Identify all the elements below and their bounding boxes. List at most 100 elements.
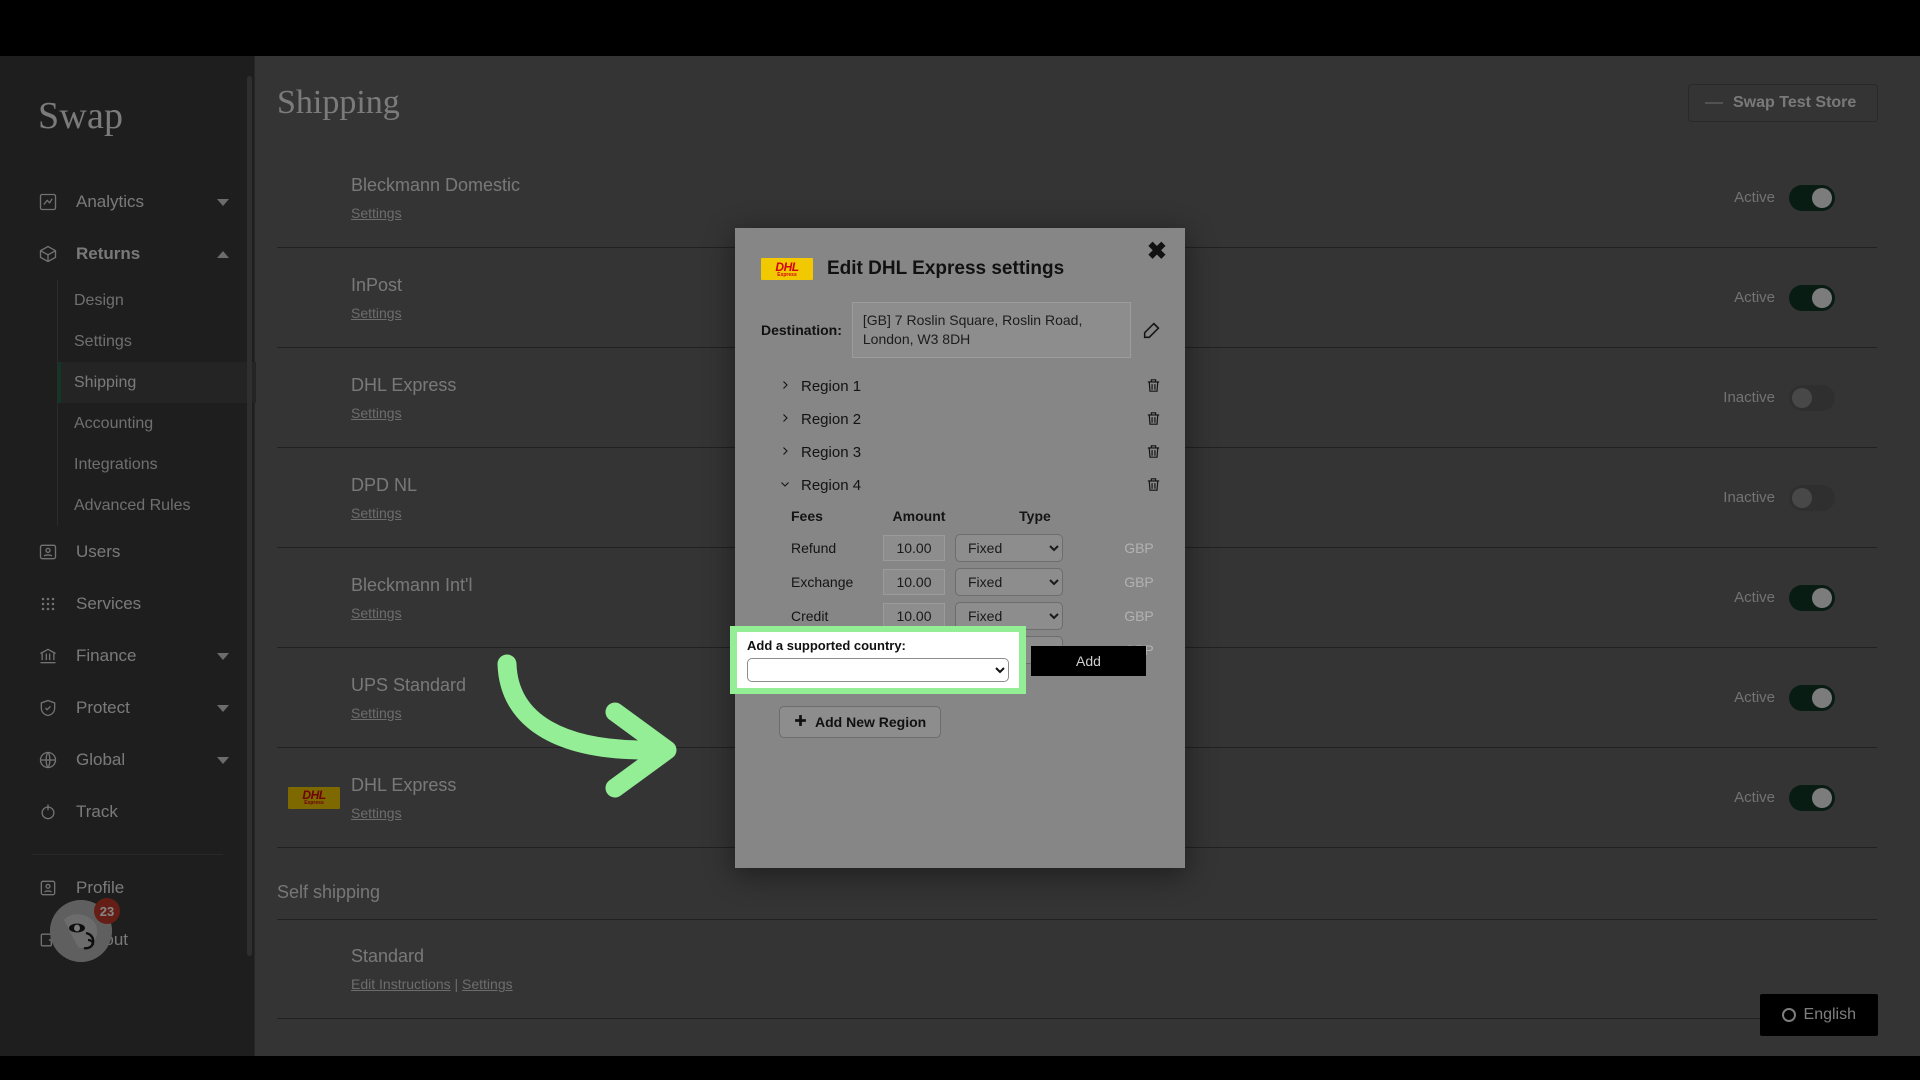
carrier-toggle[interactable] bbox=[1789, 784, 1835, 811]
status-badge: Active bbox=[1734, 189, 1775, 206]
carrier-toggle[interactable] bbox=[1789, 584, 1835, 611]
carrier-toggle[interactable] bbox=[1789, 384, 1835, 411]
sidebar-item-analytics[interactable]: Analytics bbox=[0, 176, 255, 228]
add-country-label: Add a supported country: bbox=[747, 638, 906, 653]
language-selector[interactable]: English bbox=[1759, 994, 1878, 1036]
sidebar-bottom: Profile Logout bbox=[0, 862, 255, 966]
region-row[interactable]: Region 4 bbox=[735, 469, 1185, 502]
sidebar-item-settings[interactable]: Settings bbox=[58, 321, 256, 362]
sidebar-item-profile[interactable]: Profile bbox=[0, 862, 255, 914]
trash-icon[interactable] bbox=[1145, 377, 1163, 395]
self-shipping-settings-link[interactable]: Settings bbox=[462, 976, 513, 992]
chevron-right-icon bbox=[779, 411, 793, 428]
fee-type-select[interactable]: Fixed bbox=[955, 533, 1063, 562]
fee-row-label: Refund bbox=[791, 539, 837, 556]
add-country-button[interactable]: Add bbox=[1031, 646, 1146, 676]
carrier-toggle[interactable] bbox=[1789, 284, 1835, 311]
returns-subnav: Design Settings Shipping Accounting Inte… bbox=[57, 280, 256, 526]
destination-value[interactable]: [GB] 7 Roslin Square, Roslin Road, Londo… bbox=[851, 302, 1131, 358]
fee-type-select[interactable]: Fixed bbox=[955, 567, 1063, 596]
sidebar-item-advanced-rules[interactable]: Advanced Rules bbox=[58, 485, 256, 526]
region-row[interactable]: Region 3 bbox=[735, 436, 1185, 469]
fee-currency: GBP bbox=[1124, 607, 1154, 624]
sidebar-item-label: Finance bbox=[76, 646, 137, 665]
carrier-body: Bleckmann Domestic Settings bbox=[351, 175, 1734, 221]
region-name: Region 3 bbox=[801, 443, 862, 461]
region-row[interactable]: Region 1 bbox=[735, 370, 1185, 403]
region-row[interactable]: Region 2 bbox=[735, 403, 1185, 436]
edit-instructions-link[interactable]: Edit Instructions bbox=[351, 976, 451, 992]
trash-icon[interactable] bbox=[1145, 410, 1163, 428]
carrier-settings-link[interactable]: Settings bbox=[351, 405, 402, 421]
track-icon bbox=[38, 802, 64, 822]
carrier-toggle[interactable] bbox=[1789, 684, 1835, 711]
modal-title: Edit DHL Express settings bbox=[827, 258, 1065, 279]
status-badge: Inactive bbox=[1723, 389, 1775, 406]
fee-amount-input[interactable] bbox=[883, 534, 945, 561]
trash-icon[interactable] bbox=[1145, 476, 1163, 494]
dhl-express-logo-icon: DHL Express bbox=[761, 258, 813, 280]
sidebar-item-design[interactable]: Design bbox=[58, 280, 256, 321]
dhl-express-logo-icon: DHL Express bbox=[288, 786, 340, 809]
sidebar-item-global[interactable]: Global bbox=[0, 734, 255, 786]
close-icon[interactable]: ✖ bbox=[1147, 240, 1167, 264]
sidebar-item-finance[interactable]: Finance bbox=[0, 630, 255, 682]
add-country-select[interactable] bbox=[747, 658, 1009, 682]
store-selector[interactable]: Swap Test Store bbox=[1688, 84, 1878, 122]
circle-icon bbox=[1781, 1008, 1796, 1022]
destination-row: Destination: [GB] 7 Roslin Square, Rosli… bbox=[735, 280, 1185, 358]
page-title: Shipping bbox=[277, 84, 400, 121]
destination-label: Destination: bbox=[761, 321, 842, 338]
carrier-settings-link[interactable]: Settings bbox=[351, 505, 402, 521]
carrier-toggle[interactable] bbox=[1789, 184, 1835, 211]
brand-logo[interactable]: Swap bbox=[38, 94, 123, 138]
plus-icon bbox=[794, 714, 807, 730]
status-badge: Inactive bbox=[1723, 489, 1775, 506]
region-name: Region 4 bbox=[801, 476, 862, 494]
subnav-label: Integrations bbox=[74, 455, 158, 473]
fee-amount-input[interactable] bbox=[883, 602, 945, 629]
sidebar-item-accounting[interactable]: Accounting bbox=[58, 403, 256, 444]
add-new-region-button[interactable]: Add New Region bbox=[779, 706, 942, 738]
sidebar-item-returns[interactable]: Returns bbox=[0, 228, 255, 280]
sidebar-item-label: Global bbox=[76, 750, 126, 769]
dhl-logo-main: DHL bbox=[775, 259, 799, 274]
sidebar-item-track[interactable]: Track bbox=[0, 786, 255, 838]
carrier-state: Inactive bbox=[1723, 384, 1877, 411]
sidebar-item-services[interactable]: Services bbox=[0, 578, 255, 630]
user-card-icon bbox=[38, 542, 64, 562]
fee-amount-input[interactable] bbox=[883, 568, 945, 595]
sidebar-item-integrations[interactable]: Integrations bbox=[58, 444, 256, 485]
self-shipping-row[interactable]: Standard Edit Instructions | Settings bbox=[277, 919, 1877, 1019]
carrier-settings-link[interactable]: Settings bbox=[351, 805, 402, 821]
sidebar-item-label: Profile bbox=[76, 878, 125, 897]
add-new-region-label: Add New Region bbox=[815, 714, 927, 730]
carrier-settings-link[interactable]: Settings bbox=[351, 305, 402, 321]
status-badge: Active bbox=[1734, 789, 1775, 806]
trash-icon[interactable] bbox=[1145, 443, 1163, 461]
status-badge: Active bbox=[1734, 289, 1775, 306]
carrier-settings-link[interactable]: Settings bbox=[351, 605, 402, 621]
edit-pencil-icon[interactable] bbox=[1141, 319, 1163, 341]
subnav-label: Advanced Rules bbox=[74, 496, 191, 514]
carrier-toggle[interactable] bbox=[1789, 484, 1835, 511]
self-shipping-links: Edit Instructions | Settings bbox=[351, 976, 1877, 992]
sidebar-scrollbar[interactable] bbox=[247, 76, 252, 956]
regions-list: Region 1 Region 2 Region 3 Region 4 bbox=[735, 370, 1185, 502]
notification-badge[interactable]: 23 bbox=[94, 898, 120, 924]
type-column-header: Type bbox=[1019, 507, 1051, 524]
sidebar-item-protect[interactable]: Protect bbox=[0, 682, 255, 734]
carrier-state: Active bbox=[1734, 584, 1877, 611]
carrier-settings-link[interactable]: Settings bbox=[351, 205, 402, 221]
carrier-links: Settings bbox=[351, 205, 1734, 221]
sidebar-item-label: Analytics bbox=[76, 192, 145, 211]
chart-icon bbox=[38, 192, 64, 212]
chevron-right-icon bbox=[779, 378, 793, 395]
sidebar-item-users[interactable]: Users bbox=[0, 526, 255, 578]
sidebar-item-shipping[interactable]: Shipping bbox=[58, 362, 256, 403]
sidebar-divider bbox=[32, 854, 223, 855]
amount-column-header: Amount bbox=[892, 507, 946, 524]
avatar[interactable]: 23 bbox=[50, 898, 120, 962]
carrier-settings-link[interactable]: Settings bbox=[351, 705, 402, 721]
sidebar-item-logout[interactable]: Logout bbox=[0, 914, 255, 966]
